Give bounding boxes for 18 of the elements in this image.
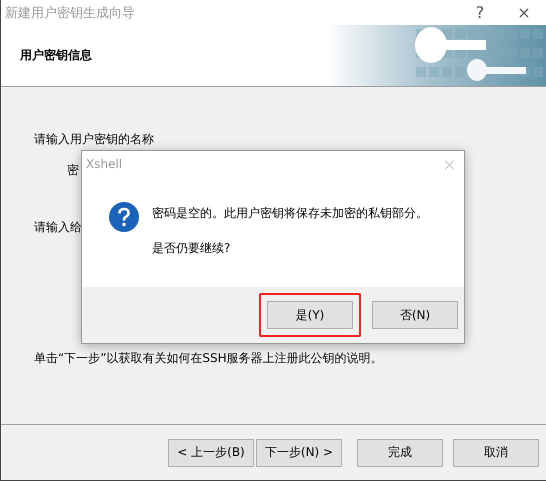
wizard-button[interactable]: < 上一步(B) xyxy=(168,438,254,466)
field-label: 请输入用户密钥的名称 xyxy=(34,131,154,148)
field-label: 密 xyxy=(67,162,79,179)
dialog-title: Xshell xyxy=(86,157,122,171)
window-title: 新建用户密钥生成向导 xyxy=(5,4,136,22)
dialog-button[interactable]: 否(N) xyxy=(372,301,458,329)
wizard-button[interactable]: 下一步(N) > xyxy=(256,438,342,466)
instruction-text: 单击“下一步”以获取有关如何在SSH服务器上注册此公钥的说明。 xyxy=(34,350,383,367)
dialog-message: 密码是空的。此用户密钥将保存未加密的私钥部分。 xyxy=(152,205,428,222)
question-icon xyxy=(109,202,139,232)
wizard-button[interactable]: 完成 xyxy=(357,438,443,466)
close-button[interactable]: × xyxy=(502,3,546,22)
field-label: 请输入给 xyxy=(34,219,82,236)
dialog-question: 是否仍要继续? xyxy=(152,240,232,257)
help-button[interactable]: ? xyxy=(458,3,502,22)
dialog-button[interactable]: 是(Y) xyxy=(267,301,353,329)
page-title: 用户密钥信息 xyxy=(20,47,92,64)
wizard-button[interactable]: 取消 xyxy=(453,438,539,466)
